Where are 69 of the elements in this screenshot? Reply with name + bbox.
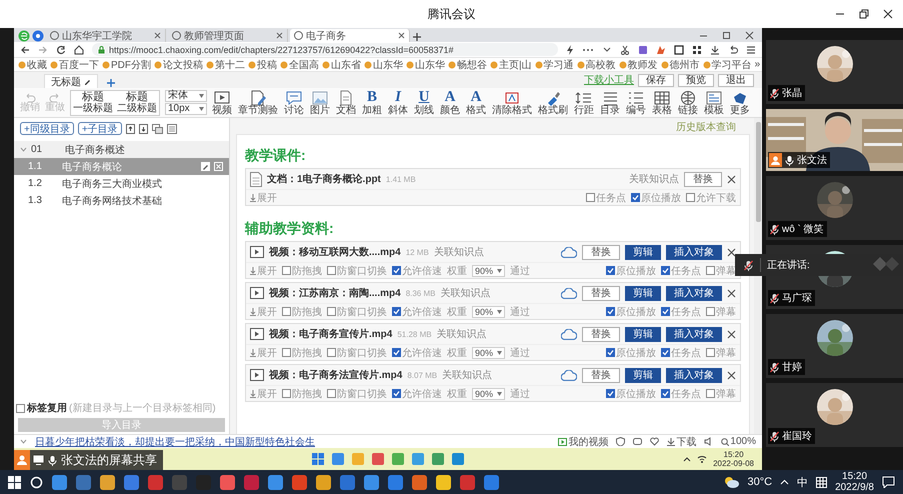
attachment-title: 视频：江苏南京：南陶....mp4	[269, 286, 401, 300]
checkbox-label: 防拖拽	[292, 306, 322, 318]
checkbox-label: 允许倍速	[402, 388, 442, 400]
format-glyph-icon: A	[444, 89, 456, 106]
section-heading: 教学课件:	[245, 147, 307, 165]
checkbox-label: 防拖拽	[292, 346, 322, 360]
format-glyph-icon: I	[395, 89, 401, 106]
checkbox-label: 防窗口切换	[337, 306, 387, 318]
clock-time: 15:20	[724, 450, 744, 459]
checkbox-label: 允许倍速	[402, 306, 442, 318]
file-size: 1.41 MB	[386, 174, 416, 184]
attachment-title: 视频：电子商务宣传片.mp4	[269, 327, 392, 341]
participant-name: wô ` 微笑	[782, 223, 824, 236]
checkbox-label: 弹幕	[716, 388, 736, 400]
checkbox-label: 防窗口切换	[337, 388, 387, 400]
file-size: 8.36 MB	[406, 288, 436, 298]
participant-name: 甘婷	[782, 360, 802, 374]
checkbox-label: 允许倍速	[402, 346, 442, 360]
checkbox-label: 防拖拽	[292, 264, 322, 278]
format-glyph-icon: U	[418, 89, 430, 106]
clock-date: 2022/9/8	[835, 482, 874, 493]
pass-label: 通过	[510, 388, 530, 400]
checkbox-label: 任务点	[671, 346, 701, 360]
checkbox-label: 任务点	[671, 388, 701, 400]
pass-label: 通过	[510, 306, 530, 318]
file-size: 8.07 MB	[407, 370, 438, 380]
checkbox-label: 任务点	[596, 192, 626, 204]
checkbox-label: 弹幕	[716, 264, 736, 278]
attachment-title: 文档：1电子商务概论.ppt	[267, 172, 381, 186]
participant-name: 马广琛	[782, 292, 812, 305]
checkbox-label: 任务点	[671, 306, 701, 318]
clock-date: 2022-09-08	[713, 459, 754, 468]
weight-label: 权重	[447, 346, 467, 360]
attachment-title: 视频：移动互联网大数....mp4	[269, 246, 401, 259]
file-size: 12 MB	[406, 248, 429, 256]
checkbox-label: 任务点	[671, 264, 701, 278]
participant-name: 张文法	[797, 154, 827, 167]
checkbox-label: 原位播放	[641, 192, 681, 204]
checkbox-label: 允许倍速	[402, 264, 442, 278]
checkbox-label: 原位播放	[616, 306, 656, 318]
checkbox-label: 原位播放	[616, 388, 656, 400]
url-text: https://mooc1.chaoxing.com/edit/chapters/227123757/612690422?classId=60058371#	[109, 44, 454, 54]
clock-time: 15:20	[842, 471, 868, 482]
checkbox-label: 原位播放	[616, 264, 656, 278]
weight-label: 权重	[447, 388, 467, 400]
checkbox-label: 防窗口切换	[337, 346, 387, 360]
speaking-label: 正在讲话:	[767, 258, 810, 272]
section-heading: 辅助教学资料:	[245, 220, 335, 238]
format-glyph-icon: B	[366, 89, 377, 106]
weight-label: 权重	[447, 264, 467, 278]
checkbox-label: 防拖拽	[292, 388, 322, 400]
checkbox-label: 弹幕	[716, 306, 736, 318]
window-title: 腾讯会议	[428, 6, 476, 22]
screen-share-text: 张文法的屏幕共享	[61, 452, 157, 468]
participant-name: 张晶	[782, 86, 802, 100]
format-glyph-icon: A	[470, 89, 482, 106]
participant-name: 崔国玲	[782, 430, 812, 443]
attachment-title: 视频：电子商务法宣传片.mp4	[269, 368, 402, 382]
pass-label: 通过	[510, 264, 530, 278]
checkbox-label: 弹幕	[716, 346, 736, 360]
hint-text: (新建目录与上一个目录标签相同)	[69, 402, 216, 415]
checkbox-label: 标签复用	[27, 402, 67, 415]
weight-label: 权重	[447, 306, 467, 318]
pass-label: 通过	[510, 346, 530, 360]
checkbox-label: 原位播放	[616, 346, 656, 360]
weather-text: 30°C	[747, 476, 772, 488]
file-size: 51.28 MB	[397, 330, 432, 338]
checkbox-label: 防窗口切换	[337, 264, 387, 278]
checkbox-label: 允许下载	[696, 192, 736, 204]
